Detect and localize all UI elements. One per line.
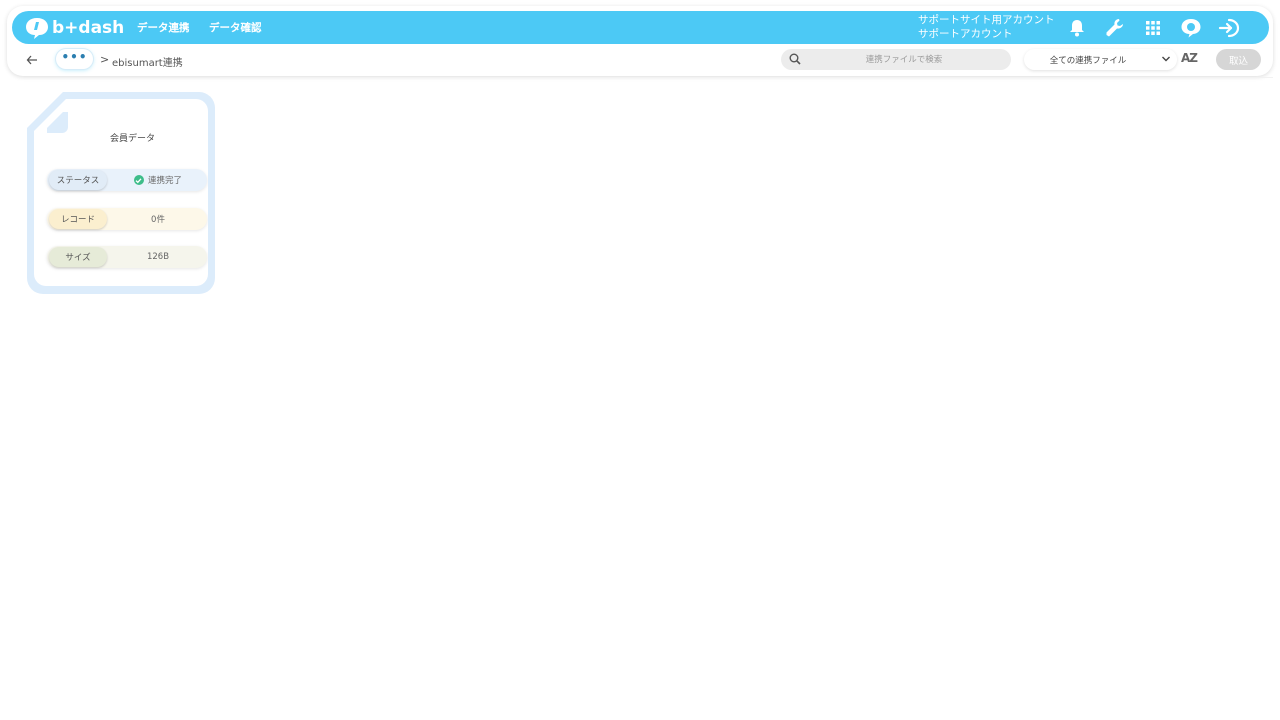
header-divider — [220, 77, 1273, 78]
search-box — [781, 49, 1011, 70]
row-value-status: 連携完了 — [109, 169, 207, 191]
brand-name: b+dash — [52, 18, 125, 38]
brand-bubble-icon — [26, 18, 48, 39]
top-navbar: b+dash データ連携 データ確認 サポートサイト用アカウント サポートアカウ… — [12, 11, 1269, 44]
card-row-records: レコード 0件 — [47, 208, 207, 230]
card-row-status: ステータス 連携完了 — [47, 169, 207, 191]
file-card[interactable]: 会員データ ステータス 連携完了 レコード 0件 サイズ 126B — [27, 92, 215, 294]
sort-az-button[interactable]: AZ — [1181, 51, 1198, 65]
card-title: 会員データ — [110, 134, 156, 144]
wrench-icon[interactable] — [1104, 17, 1126, 39]
logout-icon[interactable] — [1218, 17, 1240, 39]
account-info[interactable]: サポートサイト用アカウント サポートアカウント — [918, 13, 1055, 41]
row-value-records: 0件 — [151, 215, 165, 225]
status-text: 連携完了 — [147, 176, 182, 186]
search-input[interactable] — [805, 51, 1003, 68]
file-filter-value: 全ての連携ファイル — [1049, 56, 1127, 66]
breadcrumb-separator: > — [100, 53, 110, 66]
chevron-down-icon — [1162, 56, 1170, 62]
arrow-left-icon — [26, 55, 37, 65]
row-label-status: ステータス — [49, 170, 107, 190]
row-value-size: 126B — [146, 252, 170, 262]
check-circle-icon — [133, 175, 144, 185]
bell-icon[interactable] — [1066, 17, 1088, 39]
row-label-records: レコード — [49, 209, 107, 229]
brand-logo[interactable]: b+dash — [24, 15, 124, 41]
card-row-size: サイズ 126B — [47, 246, 207, 268]
account-user: サポートアカウント — [918, 28, 1013, 40]
nav-data-check[interactable]: データ確認 — [209, 20, 262, 35]
row-label-size: サイズ — [49, 247, 107, 267]
import-button[interactable]: 取込 — [1216, 49, 1261, 70]
account-site: サポートサイト用アカウント — [918, 14, 1055, 26]
grid-icon[interactable] — [1142, 17, 1164, 39]
breadcrumb-more-button[interactable]: ••• — [56, 49, 93, 69]
back-button[interactable] — [22, 52, 42, 68]
search-icon — [789, 53, 801, 65]
nav-data-integration[interactable]: データ連携 — [137, 20, 190, 35]
file-filter-select[interactable]: 全ての連携ファイル — [1024, 49, 1177, 70]
ellipsis-icon: ••• — [61, 50, 88, 64]
chat-icon[interactable] — [1180, 17, 1202, 39]
breadcrumb-current: ebisumart連携 — [112, 58, 183, 69]
